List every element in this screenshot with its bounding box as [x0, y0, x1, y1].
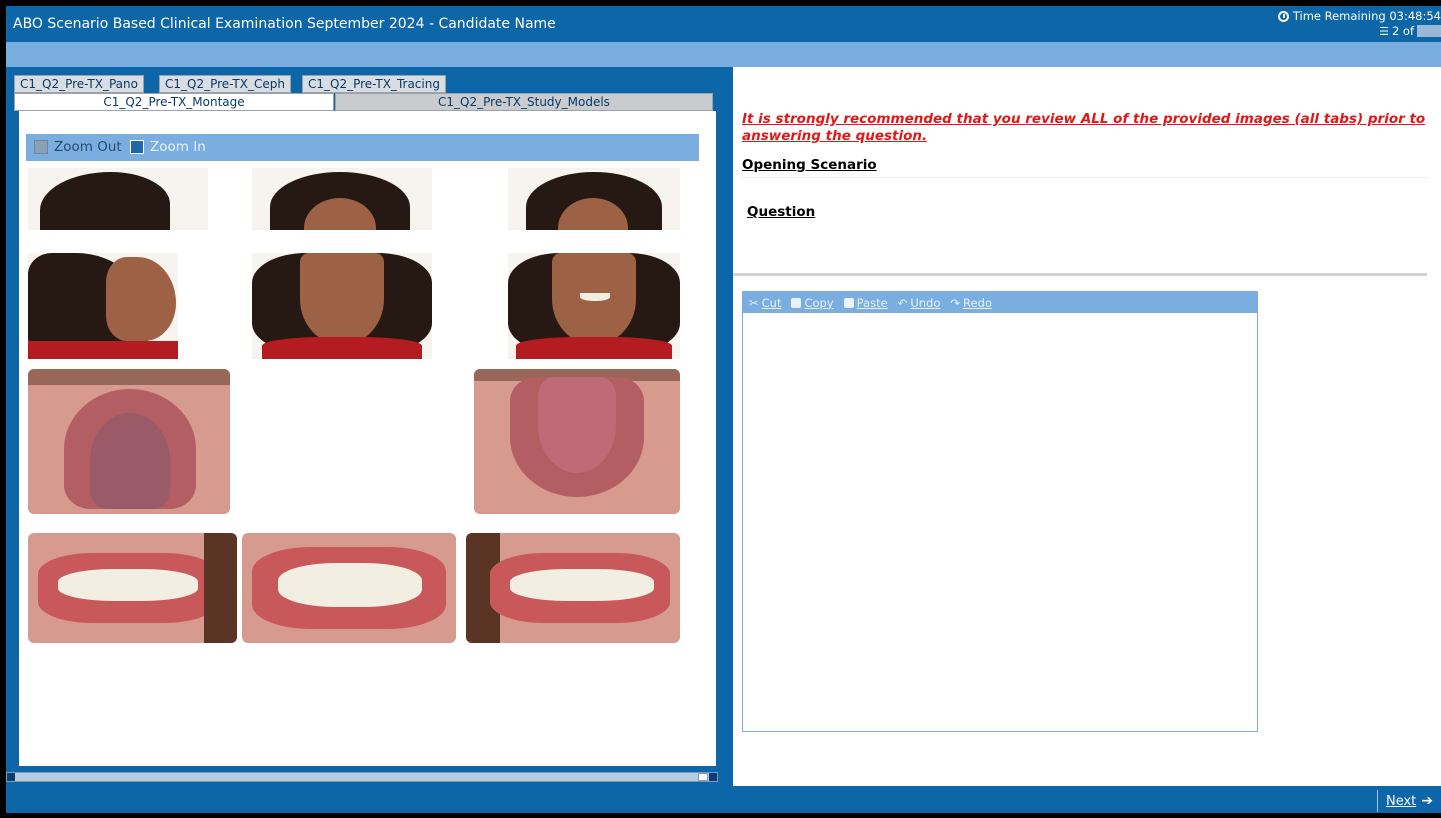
- time-remaining: Time Remaining 03:48:54: [1277, 9, 1441, 23]
- cut-label: Cut: [761, 295, 782, 310]
- zoom-out-button[interactable]: Zoom Out: [34, 139, 122, 155]
- undo-label: Undo: [910, 295, 941, 310]
- answer-editor: ✂ Cut Copy Paste ↶ Undo ↷ Redo: [742, 291, 1258, 732]
- redo-icon: ↷: [950, 295, 961, 310]
- tab-pre-tx-ceph[interactable]: C1_Q2_Pre-TX_Ceph: [159, 75, 291, 93]
- undo-button[interactable]: ↶ Undo: [898, 296, 941, 310]
- scenario-section: It is strongly recommended that you revi…: [733, 67, 1428, 276]
- zoom-out-icon: [34, 140, 48, 154]
- paste-button[interactable]: Paste: [843, 295, 888, 310]
- exam-title: ABO Scenario Based Clinical Examination …: [13, 16, 556, 32]
- copy-icon: [791, 297, 802, 308]
- copy-button[interactable]: Copy: [791, 295, 834, 310]
- zoom-in-label: Zoom In: [150, 139, 206, 155]
- clock-icon: [1277, 10, 1289, 22]
- zoom-toolbar: Zoom Out Zoom In: [26, 134, 699, 161]
- zoom-in-icon: [130, 140, 144, 154]
- photo-frontal-top[interactable]: [252, 168, 432, 230]
- divider: [742, 177, 1428, 178]
- tab-pre-tx-montage[interactable]: C1_Q2_Pre-TX_Montage: [14, 93, 334, 111]
- footer-bar: Next ➔: [6, 786, 1441, 813]
- time-remaining-label: Time Remaining 03:48:54: [1292, 9, 1441, 23]
- zoom-in-button[interactable]: Zoom In: [130, 139, 206, 155]
- window-bottom-edge: [0, 813, 1441, 818]
- sub-header-bar: [6, 42, 1441, 67]
- tab-pre-tx-pano[interactable]: C1_Q2_Pre-TX_Pano: [14, 75, 144, 93]
- review-warning: It is strongly recommended that you revi…: [742, 111, 1426, 144]
- answer-textarea[interactable]: [743, 313, 1257, 731]
- scroll-left-icon[interactable]: [7, 773, 15, 781]
- exam-window: ABO Scenario Based Clinical Examination …: [0, 0, 1441, 818]
- question-counter[interactable]: ☰ 2 of: [1379, 24, 1441, 38]
- scroll-right-icon[interactable]: [709, 773, 717, 781]
- redo-label: Redo: [963, 295, 992, 310]
- scissors-icon: ✂: [749, 295, 759, 310]
- next-button[interactable]: Next ➔: [1376, 790, 1433, 812]
- undo-icon: ↶: [897, 295, 908, 310]
- tab-pre-tx-study-models[interactable]: C1_Q2_Pre-TX_Study_Models: [335, 93, 713, 111]
- question-counter-label: 2 of: [1391, 24, 1414, 38]
- photo-profile-top[interactable]: [28, 168, 208, 230]
- list-icon: ☰: [1379, 24, 1389, 38]
- tab-pre-tx-tracing[interactable]: C1_Q2_Pre-TX_Tracing: [302, 75, 446, 93]
- photo-smile[interactable]: [508, 253, 680, 359]
- arrow-right-icon: ➔: [1421, 793, 1433, 809]
- cut-button[interactable]: ✂ Cut: [749, 296, 781, 310]
- photo-upper-occlusal[interactable]: [28, 369, 230, 514]
- photo-profile[interactable]: [28, 253, 178, 359]
- header-bar: ABO Scenario Based Clinical Examination …: [6, 6, 1441, 42]
- next-label: Next: [1385, 793, 1417, 809]
- scroll-thumb[interactable]: [698, 773, 708, 781]
- question-heading: Question: [747, 204, 816, 220]
- photo-right-buccal[interactable]: [28, 533, 237, 643]
- paste-label: Paste: [856, 295, 888, 310]
- photo-frontal[interactable]: [252, 253, 432, 359]
- redo-button[interactable]: ↷ Redo: [950, 296, 992, 310]
- photo-smile-top[interactable]: [508, 168, 680, 230]
- photo-lower-occlusal[interactable]: [474, 369, 680, 514]
- horizontal-scrollbar[interactable]: [6, 772, 718, 782]
- zoom-out-label: Zoom Out: [54, 139, 122, 155]
- opening-scenario-heading: Opening Scenario: [742, 157, 877, 173]
- photo-frontal-intraoral[interactable]: [242, 533, 456, 643]
- editor-toolbar: ✂ Cut Copy Paste ↶ Undo ↷ Redo: [743, 292, 1257, 313]
- question-counter-dropdown[interactable]: [1417, 25, 1441, 37]
- question-panel: It is strongly recommended that you revi…: [733, 67, 1441, 786]
- copy-label: Copy: [804, 295, 834, 310]
- photo-left-buccal[interactable]: [466, 533, 680, 643]
- paste-icon: [843, 297, 854, 308]
